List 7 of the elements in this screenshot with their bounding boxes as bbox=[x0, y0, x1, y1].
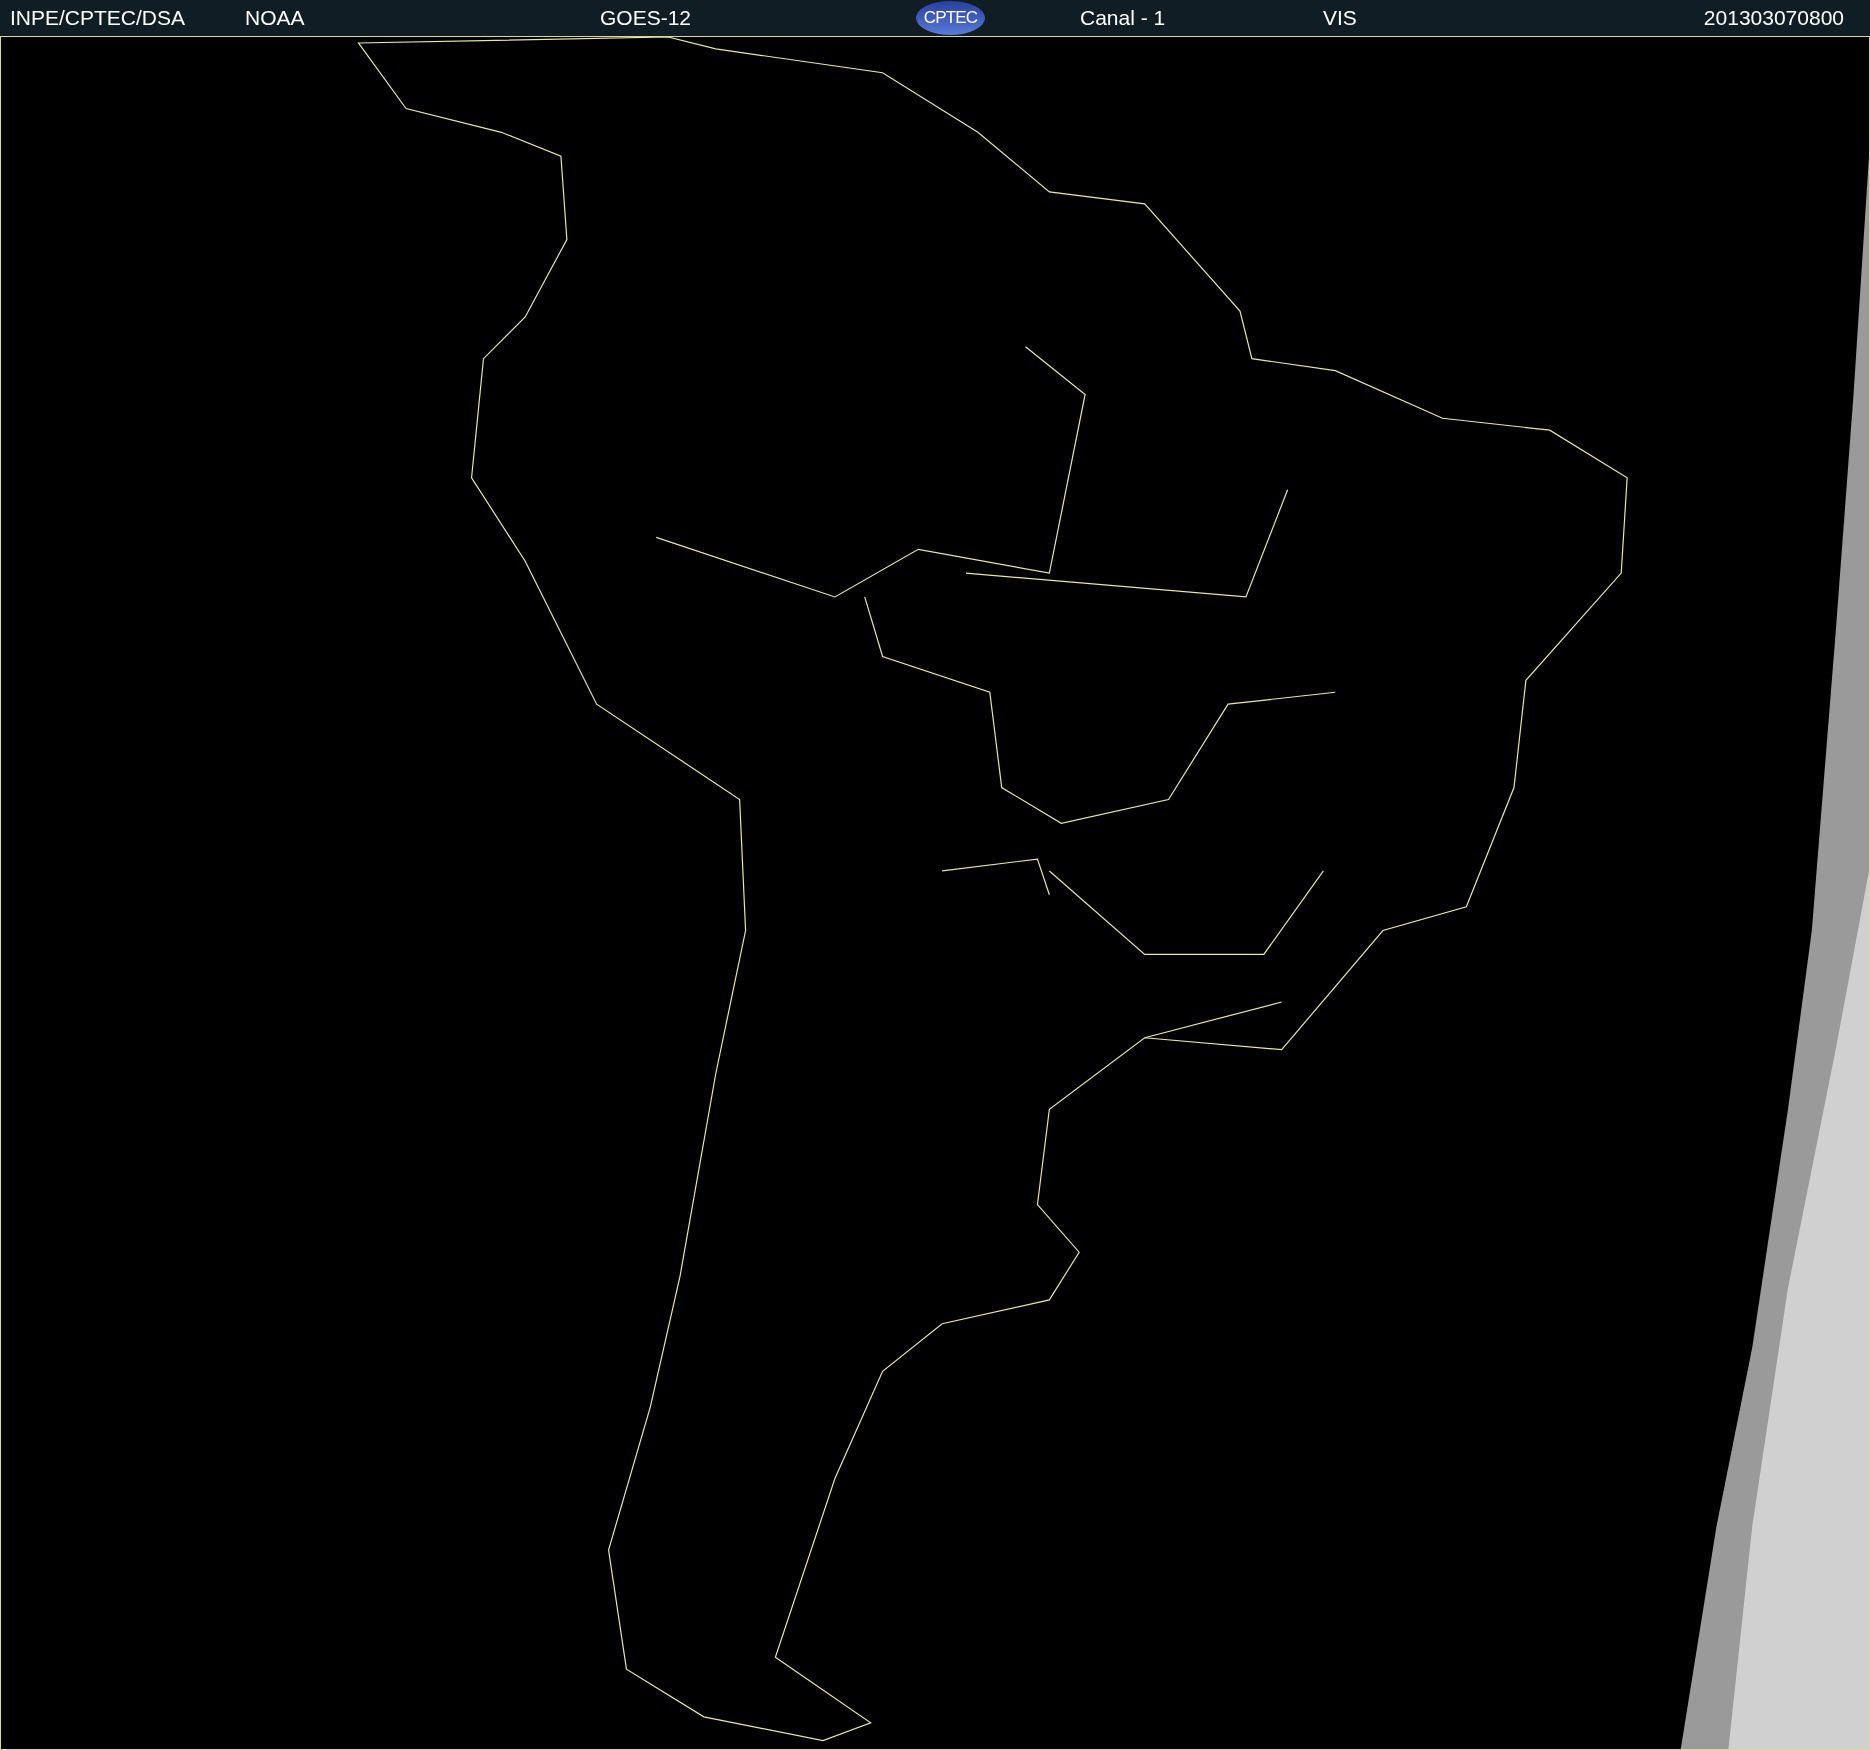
source-label: INPE/CPTEC/DSA bbox=[10, 5, 187, 32]
channel-label: Canal - 1 bbox=[1080, 5, 1167, 32]
agency-label: NOAA bbox=[245, 5, 306, 32]
logo-badge: CPTEC bbox=[916, 1, 985, 35]
satellite-label: GOES-12 bbox=[600, 5, 693, 32]
band-label: VIS bbox=[1323, 5, 1357, 32]
timestamp-label: 201303070800 bbox=[1703, 5, 1844, 32]
